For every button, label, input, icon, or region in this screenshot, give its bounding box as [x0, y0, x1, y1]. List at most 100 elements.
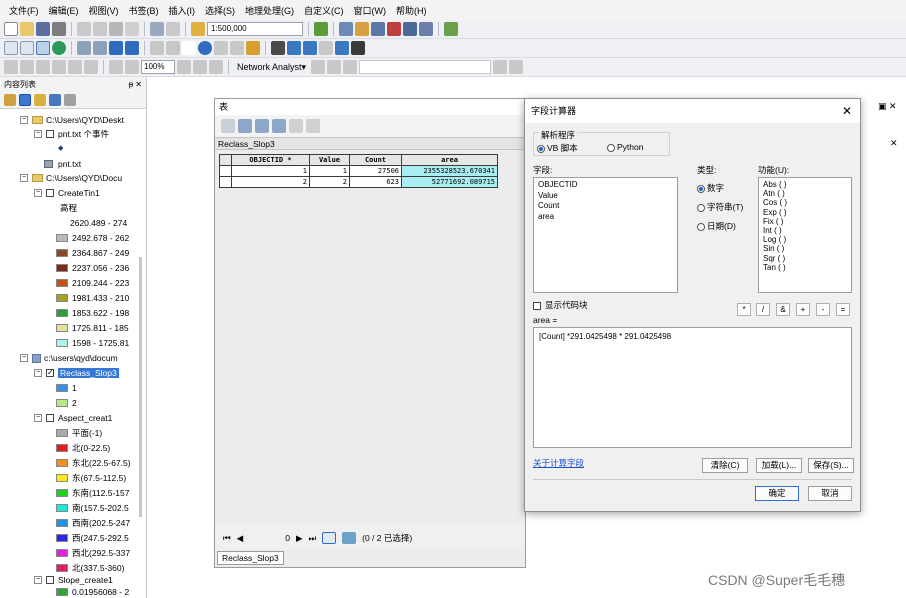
list-item[interactable]: Cos ( ) [763, 198, 847, 207]
delete-selected-icon[interactable] [306, 119, 320, 133]
layout-pan-icon[interactable] [36, 60, 50, 74]
layout-fixed-in-icon[interactable] [68, 60, 82, 74]
close-icon[interactable]: ✕ [842, 99, 852, 123]
menu-bookmarks[interactable]: 书签(B) [124, 4, 164, 17]
operator-multiply-button[interactable]: * [737, 303, 751, 316]
select-by-attributes-icon[interactable] [255, 119, 269, 133]
search-window-icon[interactable] [371, 22, 385, 36]
col-header-value[interactable]: Value [309, 154, 350, 166]
toc-folder-users[interactable]: − c:\users\qyd\docum [20, 351, 118, 365]
time-slider-icon[interactable] [319, 41, 333, 55]
list-item[interactable]: Count [538, 201, 673, 212]
layout-back-icon[interactable] [109, 60, 123, 74]
menu-windows[interactable]: 窗口(W) [349, 4, 392, 17]
menu-selection[interactable]: 选择(S) [200, 4, 240, 17]
back-icon[interactable] [109, 41, 123, 55]
toc-table-pnt[interactable]: pnt.txt [44, 157, 81, 171]
layout-full-icon[interactable] [52, 60, 66, 74]
select-elements-icon[interactable] [182, 41, 196, 55]
menu-insert[interactable]: 插入(I) [164, 4, 201, 17]
ok-button[interactable]: 确定 [755, 486, 799, 501]
connect-icon[interactable] [444, 22, 458, 36]
menu-help[interactable]: 帮助(H) [391, 4, 432, 17]
menu-customize[interactable]: 自定义(C) [299, 4, 349, 17]
list-by-selection-icon[interactable] [49, 93, 61, 106]
cut-icon[interactable] [77, 22, 91, 36]
focus-frame-icon[interactable] [193, 60, 207, 74]
toc-scrollbar[interactable] [139, 257, 142, 517]
list-item[interactable]: Value [538, 191, 673, 202]
redo-icon[interactable] [166, 22, 180, 36]
catalog-icon[interactable] [355, 22, 369, 36]
expression-textarea[interactable]: [Count] *291.0425498 * 291.0425498 [533, 327, 852, 448]
list-item[interactable]: area [538, 212, 673, 223]
pan-icon[interactable] [36, 41, 50, 55]
toc-folder-documents[interactable]: − C:\Users\QYD\Docu [20, 171, 122, 185]
toggle-draft-icon[interactable] [177, 60, 191, 74]
save-icon[interactable] [36, 22, 50, 36]
measure-icon[interactable] [246, 41, 260, 55]
swipe-icon[interactable] [351, 41, 365, 55]
hyperlink-icon[interactable] [214, 41, 228, 55]
clear-selection-icon[interactable] [166, 41, 180, 55]
na-window-icon[interactable] [343, 60, 358, 74]
type-string-radio[interactable]: 字符串(T) [697, 201, 743, 213]
list-by-drawing-order-icon[interactable] [4, 93, 16, 106]
list-item[interactable]: Fix ( ) [763, 217, 847, 226]
select-features-icon[interactable] [150, 41, 164, 55]
show-all-records-icon[interactable] [322, 532, 337, 544]
window-icon[interactable] [339, 22, 353, 36]
toc-layer-createtin[interactable]: − CreateTin1 [34, 186, 100, 200]
goto-xy-icon[interactable] [303, 41, 317, 55]
zoom-out-icon[interactable] [20, 41, 34, 55]
zoom-in-icon[interactable] [4, 41, 18, 55]
type-date-radio[interactable]: 日期(D) [697, 220, 736, 232]
prev-record-icon[interactable]: ◀ [237, 533, 244, 544]
switch-selection-icon[interactable] [272, 119, 286, 133]
toc-folder-desktop[interactable]: − C:\Users\QYD\Deskt [20, 113, 124, 127]
fixed-zoom-in-icon[interactable] [77, 41, 91, 55]
parser-vb-radio[interactable]: VB 脚本 [537, 142, 578, 154]
list-item[interactable]: Atn ( ) [763, 189, 847, 198]
list-item[interactable]: Sqr ( ) [763, 254, 847, 263]
close-icon[interactable]: ✕ [890, 138, 898, 149]
full-extent-icon[interactable] [52, 41, 66, 55]
find-icon[interactable] [271, 41, 285, 55]
toc-layer-aspect[interactable]: − Aspect_creat1 [34, 411, 112, 425]
clear-button[interactable]: 清除(C) [702, 458, 748, 473]
show-codeblock-checkbox[interactable]: 显示代码块 [533, 299, 588, 311]
menu-view[interactable]: 视图(V) [84, 4, 124, 17]
python-icon[interactable] [403, 22, 417, 36]
col-header-count[interactable]: Count [349, 154, 402, 166]
operator-minus-button[interactable]: - [816, 303, 830, 316]
toc-layer-pnt-events[interactable]: − pnt.txt 个事件 [34, 127, 109, 141]
parser-python-radio[interactable]: Python [607, 142, 643, 152]
window-controls-icon[interactable]: ▣ ✕ [878, 101, 897, 112]
modelbuilder-icon[interactable] [419, 22, 433, 36]
menu-geoprocessing[interactable]: 地理处理(G) [240, 4, 299, 17]
list-item[interactable]: Sin ( ) [763, 244, 847, 253]
new-icon[interactable] [4, 22, 18, 36]
operator-equals-button[interactable]: = [836, 303, 850, 316]
open-icon[interactable] [20, 22, 34, 36]
list-item[interactable]: Log ( ) [763, 235, 847, 244]
extra-tool2-icon[interactable] [509, 60, 524, 74]
menu-edit[interactable]: 编辑(E) [44, 4, 84, 17]
clear-selection-table-icon[interactable] [289, 119, 303, 133]
delete-icon[interactable] [125, 22, 139, 36]
list-item[interactable]: Int ( ) [763, 226, 847, 235]
menu-file[interactable]: 文件(F) [4, 4, 44, 17]
change-layout-icon[interactable] [209, 60, 223, 74]
na-layer-select[interactable] [359, 60, 492, 74]
table-options-icon[interactable] [221, 119, 235, 133]
paste-icon[interactable] [109, 22, 123, 36]
toc-layer-reclass[interactable]: − ✓ Reclass_Slop3 [34, 366, 119, 380]
table-tab[interactable]: Reclass_Slop3 [217, 551, 284, 565]
load-button[interactable]: 加载(L)... [756, 458, 802, 473]
layout-fixed-out-icon[interactable] [84, 60, 98, 74]
identify-icon[interactable] [198, 41, 212, 55]
html-popup-icon[interactable] [230, 41, 244, 55]
na-solve-icon[interactable] [327, 60, 342, 74]
add-data-icon[interactable] [191, 22, 205, 36]
save-button[interactable]: 保存(S)... [808, 458, 854, 473]
